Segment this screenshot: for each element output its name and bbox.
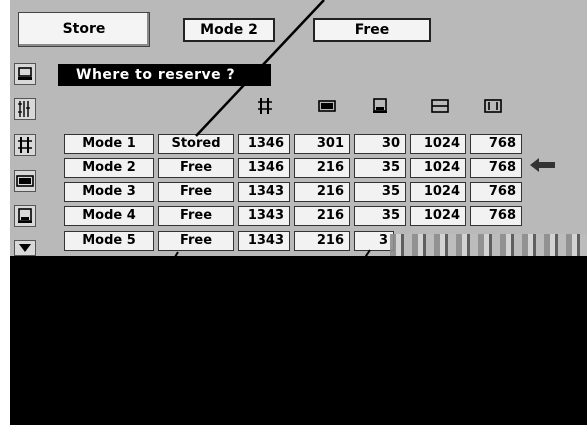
blank-area	[10, 256, 587, 425]
